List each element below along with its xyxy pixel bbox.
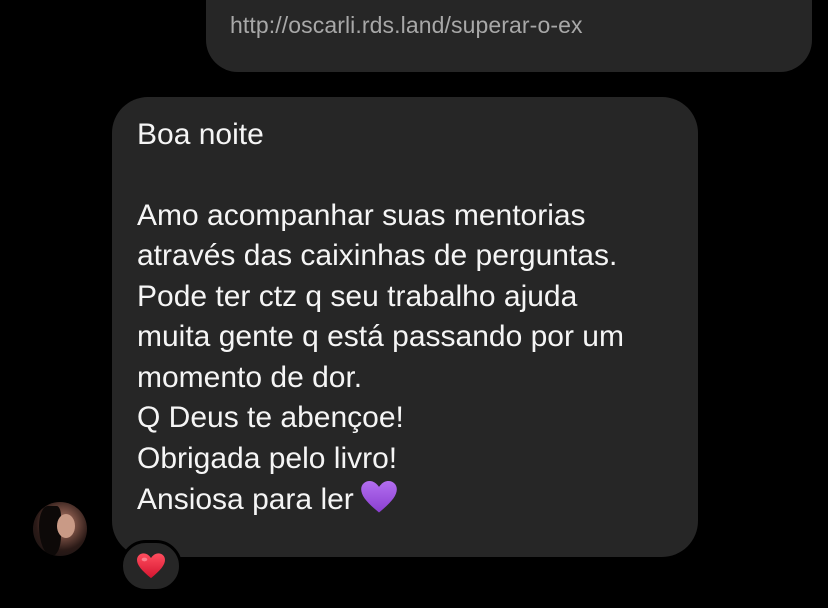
message-link[interactable]: http://oscarli.rds.land/superar-o-ex (230, 12, 583, 39)
message-line: Obrigada pelo livro! (137, 441, 398, 475)
incoming-message-bubble[interactable]: Boa noite Amo acompanhar suas mentorias … (112, 97, 698, 557)
message-last-line: Ansiosa para ler (137, 479, 674, 527)
reaction-badge[interactable] (120, 540, 182, 592)
message-line: Q Deus te abençoe! (137, 401, 404, 434)
message-line: momento de dor. (137, 360, 363, 394)
purple-heart-icon (360, 479, 398, 527)
message-greeting: Boa noite (137, 118, 264, 151)
red-heart-icon (136, 552, 166, 580)
message-line: muita gente q está passando por um (137, 320, 624, 353)
message-line: Pode ter ctz q seu trabalho ajuda (137, 279, 578, 313)
message-line: Amo acompanhar suas mentorias (137, 198, 586, 232)
outgoing-message-bubble[interactable]: http://oscarli.rds.land/superar-o-ex (206, 0, 812, 72)
avatar-face (57, 514, 75, 538)
message-line-text: Ansiosa para ler (137, 483, 354, 516)
sender-avatar[interactable] (33, 502, 87, 556)
message-line: através das caixinhas de perguntas. (137, 239, 618, 272)
chat-thread: http://oscarli.rds.land/superar-o-ex Boa… (0, 0, 828, 608)
